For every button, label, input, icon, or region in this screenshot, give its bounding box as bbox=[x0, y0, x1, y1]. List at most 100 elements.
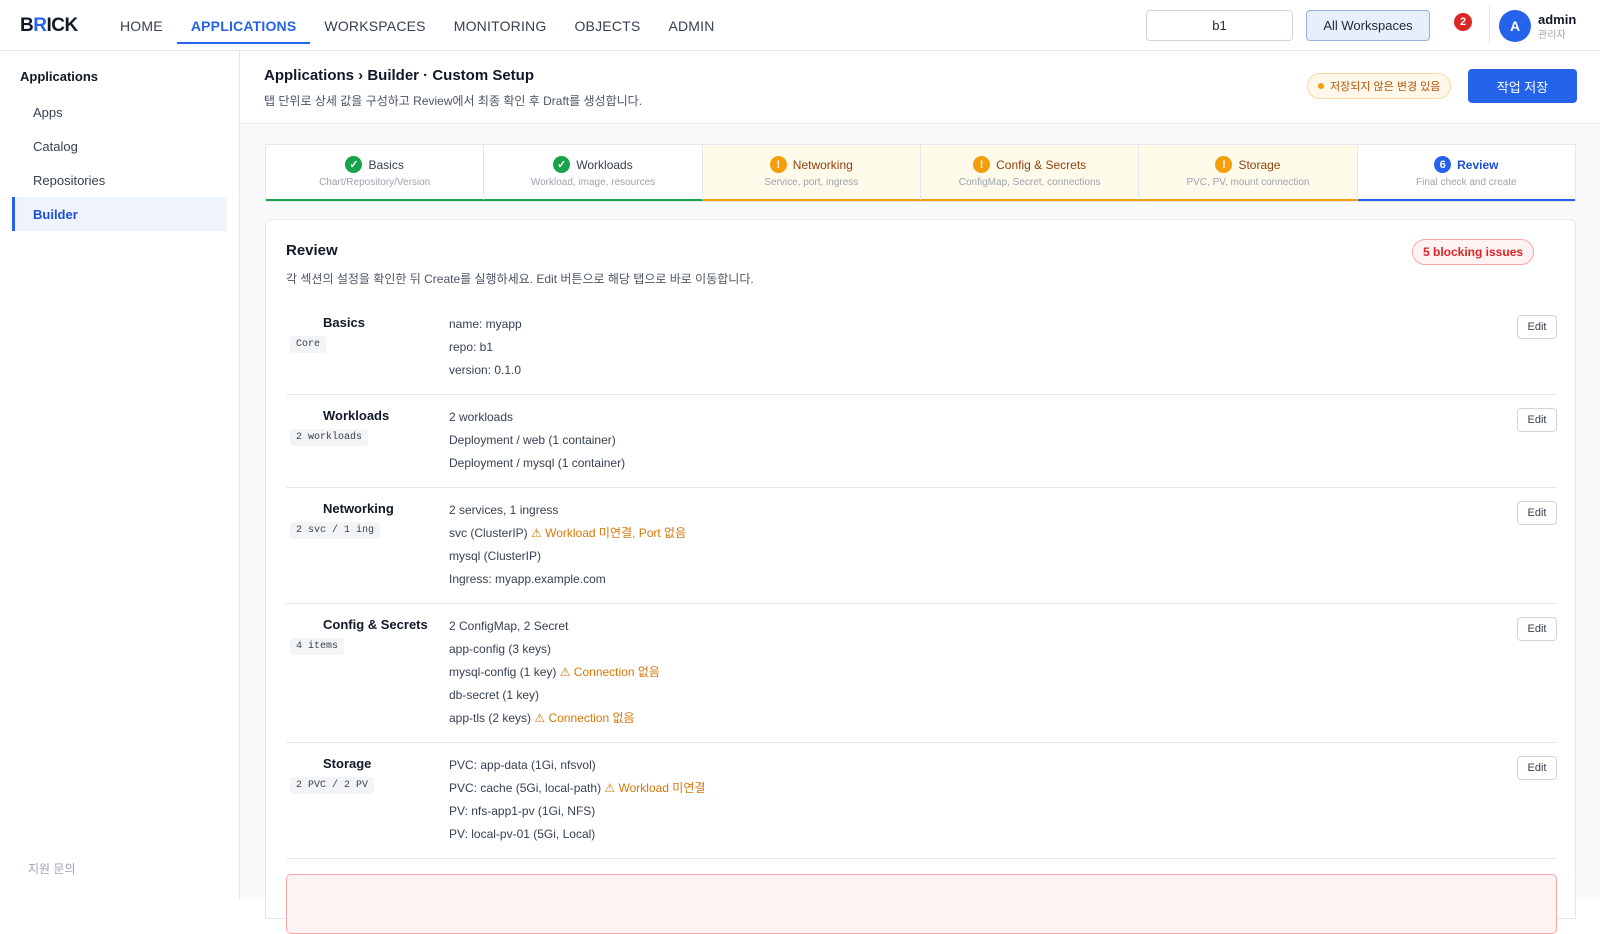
sidebar-item-apps[interactable]: Apps bbox=[12, 95, 227, 129]
tab-sublabel: ConfigMap, Secret, connections bbox=[958, 177, 1101, 188]
detail-text: version: 0.1.0 bbox=[449, 363, 522, 377]
detail-text: PVC: app-data (1Gi, nfsvol) bbox=[449, 758, 596, 772]
sidebar-item-catalog[interactable]: Catalog bbox=[12, 129, 227, 163]
sidebar-item-repositories[interactable]: Repositories bbox=[12, 163, 227, 197]
edit-workloads-button[interactable]: Edit bbox=[1517, 408, 1557, 432]
tab-sublabel: Workload, image, resources bbox=[530, 177, 656, 188]
nav-workspaces[interactable]: WORKSPACES bbox=[310, 0, 439, 51]
section-details: 2 services, 1 ingress svc (ClusterIP) ⚠ … bbox=[449, 503, 686, 595]
tab-basics[interactable]: ✓ Basics Chart/Repository/Version bbox=[266, 145, 485, 201]
tab-label: Storage bbox=[1238, 157, 1281, 172]
detail-line: version: 0.1.0 bbox=[449, 363, 522, 386]
tab-config-secrets[interactable]: ! Config & Secrets ConfigMap, Secret, con… bbox=[920, 145, 1140, 201]
logo-text-pre: B bbox=[20, 15, 34, 36]
detail-text: Deployment / mysql (1 container) bbox=[449, 456, 626, 470]
detail-line: 2 ConfigMap, 2 Secret bbox=[449, 619, 660, 642]
detail-text: Ingress: myapp.example.com bbox=[449, 572, 606, 586]
nav-objects[interactable]: OBJECTS bbox=[560, 0, 654, 51]
tab-workloads[interactable]: ✓ Workloads Workload, image, resources bbox=[484, 145, 703, 201]
detail-line: 2 services, 1 ingress bbox=[449, 503, 686, 526]
warning-text: ⚠ Connection 없음 bbox=[534, 711, 635, 725]
brick-logo[interactable]: BRICK bbox=[20, 15, 78, 37]
detail-line: Ingress: myapp.example.com bbox=[449, 572, 686, 595]
user-avatar[interactable]: A bbox=[1499, 10, 1531, 42]
builder-stepper-tabs: ✓ Basics Chart/Repository/Version ✓ Worklo… bbox=[265, 144, 1576, 202]
section-tag: Core bbox=[290, 336, 327, 353]
tab-review[interactable]: 6 Review Final check and create bbox=[1357, 145, 1575, 201]
detail-text: repo: b1 bbox=[449, 340, 494, 354]
section-tag: 4 items bbox=[290, 638, 345, 655]
unsaved-changes-badge: 저장되지 않은 변경 있음 bbox=[1307, 73, 1452, 99]
page-header: Applications › Builder · Custom Setup 탭 … bbox=[240, 51, 1600, 124]
tab-networking[interactable]: ! Networking Service, port, ingress bbox=[702, 145, 921, 201]
detail-text: 2 workloads bbox=[449, 410, 514, 424]
workspace-selector-button[interactable]: All Workspaces bbox=[1306, 10, 1430, 41]
detail-text: name: myapp bbox=[449, 317, 522, 331]
section-details: name: myapp repo: b1 version: 0.1.0 bbox=[449, 317, 522, 386]
tab-sublabel: PVC, PV, mount connection bbox=[1186, 177, 1310, 188]
review-section-workloads: Workloads 2 workloads 2 workloads Deploy… bbox=[286, 408, 1557, 488]
detail-line: Deployment / web (1 container) bbox=[449, 433, 625, 456]
warning-text: ⚠ Workload 미연결 bbox=[604, 781, 706, 795]
warning-icon: ! bbox=[1215, 156, 1233, 173]
main-content: ✓ Basics Chart/Repository/Version ✓ Worklo… bbox=[240, 125, 1600, 934]
warning-icon: ! bbox=[973, 156, 991, 173]
detail-line: PVC: app-data (1Gi, nfsvol) bbox=[449, 758, 705, 781]
user-name[interactable]: admin bbox=[1538, 12, 1576, 27]
blocking-issues-panel bbox=[286, 874, 1557, 934]
detail-line: mysql (ClusterIP) bbox=[449, 549, 686, 572]
edit-basics-button[interactable]: Edit bbox=[1517, 315, 1557, 339]
detail-line: 2 workloads bbox=[449, 410, 625, 433]
detail-line: Deployment / mysql (1 container) bbox=[449, 456, 625, 479]
breadcrumb: Applications › Builder · Custom Setup bbox=[264, 67, 535, 84]
detail-line: name: myapp bbox=[449, 317, 522, 340]
detail-text: PV: nfs-app1-pv (1Gi, NFS) bbox=[449, 804, 596, 818]
edit-storage-button[interactable]: Edit bbox=[1517, 756, 1557, 780]
detail-text: app-tls (2 keys) bbox=[449, 711, 532, 725]
nav-monitoring[interactable]: MONITORING bbox=[440, 0, 561, 51]
detail-text: db-secret (1 key) bbox=[449, 688, 540, 702]
nav-admin[interactable]: ADMIN bbox=[654, 0, 728, 51]
sidebar: Applications Apps Catalog Repositories B… bbox=[0, 51, 240, 900]
edit-config-secrets-button[interactable]: Edit bbox=[1517, 617, 1557, 641]
detail-text: PVC: cache (5Gi, local-path) bbox=[449, 781, 602, 795]
detail-line: PV: nfs-app1-pv (1Gi, NFS) bbox=[449, 804, 705, 827]
main-nav: HOME APPLICATIONS WORKSPACES MONITORING … bbox=[106, 0, 729, 51]
review-section-networking: Networking 2 svc / 1 ing 2 services, 1 i… bbox=[286, 501, 1557, 604]
detail-text: PV: local-pv-01 (5Gi, Local) bbox=[449, 827, 596, 841]
section-tag: 2 PVC / 2 PV bbox=[290, 777, 375, 794]
section-name: Config & Secrets bbox=[323, 617, 428, 632]
support-link[interactable]: 지원 문의 bbox=[28, 860, 76, 877]
detail-text: app-config (3 keys) bbox=[449, 642, 552, 656]
section-name: Networking bbox=[323, 501, 394, 516]
sidebar-title: Applications bbox=[20, 69, 99, 84]
section-details: 2 workloads Deployment / web (1 containe… bbox=[449, 410, 625, 479]
tab-storage[interactable]: ! Storage PVC, PV, mount connection bbox=[1139, 145, 1358, 201]
unsaved-dot-icon bbox=[1318, 83, 1324, 89]
edit-networking-button[interactable]: Edit bbox=[1517, 501, 1557, 525]
detail-line: PV: local-pv-01 (5Gi, Local) bbox=[449, 827, 705, 850]
review-title: Review bbox=[286, 242, 338, 259]
repo-search-input[interactable] bbox=[1146, 10, 1293, 41]
review-description: 각 섹션의 설정을 확인한 뒤 Create를 실행하세요. Edit 버튼으로… bbox=[286, 272, 754, 286]
detail-text: Deployment / web (1 container) bbox=[449, 433, 616, 447]
detail-line: app-config (3 keys) bbox=[449, 642, 660, 665]
top-navbar: BRICK HOME APPLICATIONS WORKSPACES MONIT… bbox=[0, 0, 1600, 51]
logo-text-accent: R bbox=[33, 15, 47, 36]
tab-sublabel: Final check and create bbox=[1415, 177, 1517, 188]
detail-line: db-secret (1 key) bbox=[449, 688, 660, 711]
sidebar-item-builder[interactable]: Builder bbox=[12, 197, 227, 231]
nav-home[interactable]: HOME bbox=[106, 0, 177, 51]
nav-applications[interactable]: APPLICATIONS bbox=[176, 0, 311, 51]
section-tag: 2 workloads bbox=[290, 429, 369, 446]
review-section-basics: Basics Core name: myapp repo: b1 version… bbox=[286, 315, 1557, 395]
save-work-button[interactable]: 작업 저장 bbox=[1468, 69, 1577, 103]
detail-line: mysql-config (1 key) ⚠ Connection 없음 bbox=[449, 665, 660, 688]
notification-badge[interactable]: 2 bbox=[1454, 13, 1472, 31]
unsaved-label: 저장되지 않은 변경 있음 bbox=[1330, 81, 1441, 93]
detail-text: mysql-config (1 key) bbox=[449, 665, 557, 679]
warning-text: ⚠ Connection 없음 bbox=[559, 665, 660, 679]
user-role: 관리자 bbox=[1538, 30, 1566, 41]
detail-text: mysql (ClusterIP) bbox=[449, 549, 542, 563]
detail-line: app-tls (2 keys) ⚠ Connection 없음 bbox=[449, 711, 660, 734]
